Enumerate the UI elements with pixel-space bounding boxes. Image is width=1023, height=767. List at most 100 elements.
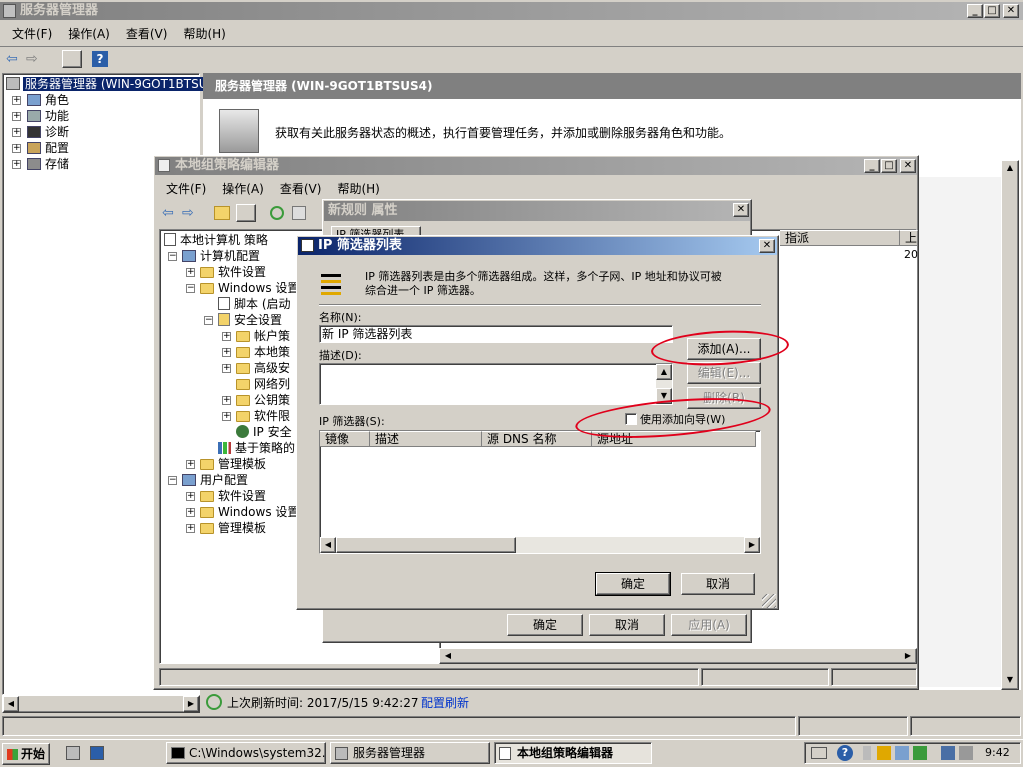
volume-muted-icon[interactable] bbox=[959, 746, 973, 760]
scroll-up-icon[interactable]: ▲ bbox=[1002, 161, 1018, 177]
server-content-scrollbar[interactable]: ▲ ▼ bbox=[1001, 160, 1019, 690]
network-connection-icon[interactable] bbox=[941, 746, 955, 760]
resize-grip-icon[interactable] bbox=[762, 594, 776, 608]
rule-ok-button[interactable]: 确定 bbox=[507, 614, 583, 636]
menu-help[interactable]: 帮助(H) bbox=[175, 24, 233, 44]
column-header-mirror[interactable]: 镜像 bbox=[320, 431, 370, 447]
tree-windows-settings[interactable]: Windows 设置 bbox=[200, 280, 299, 296]
expand-icon[interactable]: + bbox=[186, 268, 195, 277]
expand-configuration-icon[interactable]: + bbox=[12, 144, 21, 153]
tree-storage[interactable]: 存储 bbox=[27, 156, 69, 172]
tree-account-policies[interactable]: 帐户策 bbox=[236, 328, 290, 344]
ip-filter-titlebar[interactable]: IP 筛选器列表 bbox=[298, 237, 777, 255]
gpedit-maximize-button[interactable]: □ bbox=[881, 159, 897, 173]
expand-storage-icon[interactable]: + bbox=[12, 160, 21, 169]
security-icon[interactable] bbox=[913, 746, 927, 760]
menu-file[interactable]: 文件(F) bbox=[4, 24, 60, 44]
expand-icon[interactable]: + bbox=[222, 332, 231, 341]
expand-icon[interactable]: + bbox=[186, 508, 195, 517]
tree-ip-security[interactable]: IP 安全 bbox=[236, 424, 292, 440]
filters-list[interactable]: 镜像 描述 源 DNS 名称 源地址 ◀ ▶ bbox=[319, 430, 761, 554]
task-gpedit[interactable]: 本地组策略编辑器 bbox=[494, 742, 652, 764]
rule-properties-titlebar[interactable]: 新规则 属性 bbox=[324, 201, 750, 221]
show-tree-icon[interactable] bbox=[236, 204, 256, 222]
textarea-scrollbar[interactable]: ▲ ▼ bbox=[656, 364, 672, 404]
rule-properties-close-button[interactable]: ✕ bbox=[733, 203, 749, 217]
scroll-left-icon[interactable]: ◀ bbox=[3, 696, 19, 712]
tree-security-settings[interactable]: 安全设置 bbox=[218, 312, 282, 328]
tree-roles[interactable]: 角色 bbox=[27, 92, 69, 108]
network-icon[interactable] bbox=[895, 746, 909, 760]
rule-cancel-button[interactable]: 取消 bbox=[589, 614, 665, 636]
expand-icon[interactable]: + bbox=[222, 396, 231, 405]
tree-root[interactable]: 服务器管理器 (WIN-9GOT1BTSUS bbox=[6, 76, 218, 92]
menu-action[interactable]: 操作(A) bbox=[60, 24, 118, 44]
scroll-left-icon[interactable]: ◀ bbox=[320, 537, 336, 553]
back-arrow-icon[interactable]: ⇦ bbox=[162, 206, 174, 220]
tree-software-restriction[interactable]: 软件限 bbox=[236, 408, 290, 424]
scroll-left-icon[interactable]: ◀ bbox=[440, 649, 456, 665]
close-button[interactable]: ✕ bbox=[1003, 4, 1019, 18]
keyboard-icon[interactable] bbox=[811, 747, 827, 759]
quicklaunch-powershell-icon[interactable] bbox=[90, 746, 104, 760]
maximize-button[interactable]: □ bbox=[984, 4, 1000, 18]
help-icon[interactable]: ? bbox=[837, 745, 853, 761]
tree-network-list[interactable]: 网络列 bbox=[236, 376, 290, 392]
expand-icon[interactable]: + bbox=[186, 460, 195, 469]
expand-icon[interactable]: + bbox=[222, 364, 231, 373]
column-header-source-dns[interactable]: 源 DNS 名称 bbox=[482, 431, 592, 447]
server-manager-titlebar[interactable]: 服务器管理器 bbox=[0, 2, 1023, 20]
cancel-button[interactable]: 取消 bbox=[681, 573, 755, 595]
show-tree-icon[interactable] bbox=[62, 50, 82, 68]
clock[interactable]: 9:42 bbox=[985, 746, 1010, 759]
tree-features[interactable]: 功能 bbox=[27, 108, 69, 124]
ok-button[interactable]: 确定 bbox=[595, 572, 671, 596]
tree-software-settings[interactable]: 软件设置 bbox=[200, 264, 266, 280]
tree-local-computer-policy[interactable]: 本地计算机 策略 bbox=[164, 232, 268, 248]
menu-view[interactable]: 查看(V) bbox=[272, 179, 330, 199]
expand-icon[interactable]: + bbox=[222, 412, 231, 421]
start-button[interactable]: 开始 bbox=[2, 743, 50, 765]
up-folder-icon[interactable] bbox=[214, 206, 230, 220]
column-header-last[interactable]: 上 bbox=[900, 230, 918, 246]
collapse-icon[interactable]: − bbox=[168, 252, 177, 261]
gpedit-close-button[interactable]: ✕ bbox=[900, 159, 916, 173]
tree-local-policies[interactable]: 本地策 bbox=[236, 344, 290, 360]
collapse-icon[interactable]: − bbox=[186, 284, 195, 293]
name-input[interactable]: 新 IP 筛选器列表 bbox=[319, 325, 673, 343]
expand-icon[interactable]: + bbox=[222, 348, 231, 357]
tree-configuration[interactable]: 配置 bbox=[27, 140, 69, 156]
scroll-up-icon[interactable]: ▲ bbox=[656, 364, 672, 380]
tree-scripts[interactable]: 脚本 (启动 bbox=[218, 296, 291, 312]
scroll-right-icon[interactable]: ▶ bbox=[744, 537, 760, 553]
tree-user-software-settings[interactable]: 软件设置 bbox=[200, 488, 266, 504]
back-arrow-icon[interactable]: ⇦ bbox=[6, 52, 22, 66]
ip-filter-close-button[interactable]: ✕ bbox=[759, 239, 775, 253]
tree-user-config[interactable]: 用户配置 bbox=[182, 472, 248, 488]
scroll-right-icon[interactable]: ▶ bbox=[900, 649, 916, 665]
tree-public-key-policies[interactable]: 公钥策 bbox=[236, 392, 290, 408]
tree-admin-templates[interactable]: 管理模板 bbox=[200, 456, 266, 472]
column-header-assigned[interactable]: 指派 bbox=[780, 230, 900, 246]
column-header-description[interactable]: 描述 bbox=[370, 431, 482, 447]
expand-features-icon[interactable]: + bbox=[12, 112, 21, 121]
menu-view[interactable]: 查看(V) bbox=[118, 24, 176, 44]
menu-help[interactable]: 帮助(H) bbox=[329, 179, 387, 199]
scroll-down-icon[interactable]: ▼ bbox=[1002, 673, 1018, 689]
tree-user-admin-templates[interactable]: 管理模板 bbox=[200, 520, 266, 536]
scroll-right-icon[interactable]: ▶ bbox=[183, 696, 199, 712]
tree-computer-config[interactable]: 计算机配置 bbox=[182, 248, 260, 264]
rule-apply-button[interactable]: 应用(A) bbox=[671, 614, 747, 636]
forward-arrow-icon[interactable]: ⇨ bbox=[26, 52, 42, 66]
scroll-thumb[interactable] bbox=[336, 537, 516, 553]
expand-diagnostics-icon[interactable]: + bbox=[12, 128, 21, 137]
filters-hscrollbar[interactable]: ◀ ▶ bbox=[320, 537, 760, 553]
configure-refresh-link[interactable]: 配置刷新 bbox=[421, 694, 469, 711]
gpedit-titlebar[interactable]: 本地组策略编辑器 bbox=[155, 157, 917, 175]
gpedit-minimize-button[interactable]: _ bbox=[864, 159, 880, 173]
description-textarea[interactable]: ▲ ▼ bbox=[319, 363, 673, 405]
menu-file[interactable]: 文件(F) bbox=[158, 179, 214, 199]
expand-roles-icon[interactable]: + bbox=[12, 96, 21, 105]
tree-user-windows-settings[interactable]: Windows 设置 bbox=[200, 504, 299, 520]
tree-diagnostics[interactable]: 诊断 bbox=[27, 124, 69, 140]
